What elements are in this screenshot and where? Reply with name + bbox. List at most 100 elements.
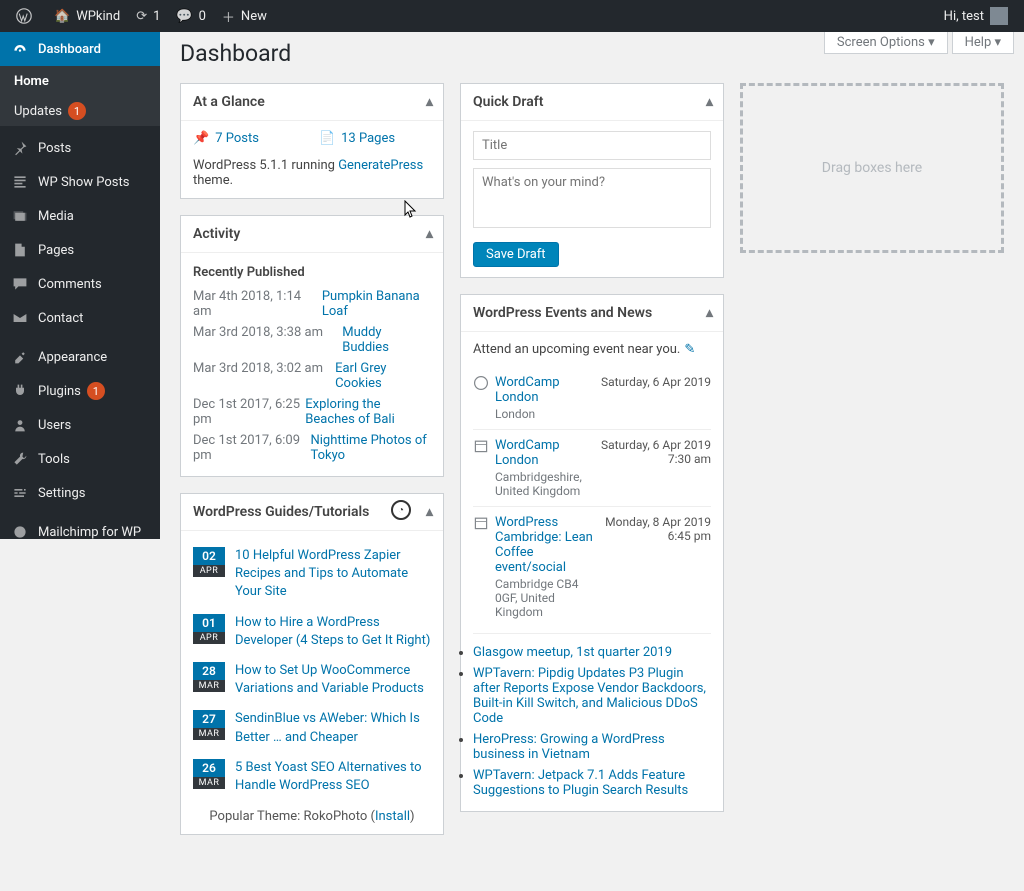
activity-post-link[interactable]: Pumpkin Banana Loaf [322, 289, 431, 319]
quick-draft-heading[interactable]: Quick Draft▴ [461, 84, 723, 121]
news-link[interactable]: WPTavern: Pipdig Updates P3 Plugin after… [473, 666, 706, 726]
guide-link[interactable]: How to Hire a WordPress Developer (4 Ste… [235, 614, 431, 650]
menu-item-dashboard[interactable]: Dashboard [0, 32, 160, 66]
menu-item-home[interactable]: Home [0, 66, 160, 96]
at-a-glance-heading[interactable]: At a Glance▴ [181, 84, 443, 121]
menu-item-updates[interactable]: Updates1 [0, 96, 160, 126]
glance-posts-link[interactable]: 📌7 Posts [193, 131, 259, 146]
news-link[interactable]: HeroPress: Growing a WordPress business … [473, 732, 665, 762]
empty-drop-zone[interactable]: Drag boxes here [740, 83, 1004, 253]
menu-item-appearance[interactable]: Appearance [0, 340, 160, 374]
guide-link[interactable]: How to Set Up WooCommerce Variations and… [235, 662, 431, 698]
page-icon [10, 242, 30, 258]
date-badge: 28MAR [193, 662, 225, 692]
menu-label: Plugins [38, 384, 81, 399]
my-account-link[interactable]: Hi, test [936, 0, 1016, 32]
menu-label: Tools [38, 452, 70, 467]
guides-heading[interactable]: WordPress Guides/Tutorials◔▴ [181, 494, 443, 531]
menu-label: Posts [38, 141, 71, 156]
toggle-icon[interactable]: ▴ [426, 504, 433, 520]
menu-item-wp-show-posts[interactable]: WP Show Posts [0, 165, 160, 199]
activity-heading[interactable]: Activity▴ [181, 216, 443, 253]
menu-label: Mailchimp for WP [38, 525, 141, 540]
menu-item-contact[interactable]: Contact [0, 301, 160, 335]
toggle-icon[interactable]: ▴ [706, 94, 713, 110]
comments-count: 0 [199, 9, 206, 24]
news-link[interactable]: WPTavern: Jetpack 7.1 Adds Feature Sugge… [473, 768, 688, 798]
help-tab[interactable]: Help ▾ [952, 32, 1014, 54]
activity-time: Mar 3rd 2018, 3:02 am [193, 361, 335, 391]
events-news-heading[interactable]: WordPress Events and News▴ [461, 295, 723, 332]
wp-logo[interactable] [8, 0, 46, 32]
screen-options-tab[interactable]: Screen Options ▾ [824, 32, 948, 54]
glance-pages-link[interactable]: 📄13 Pages [319, 131, 395, 146]
menu-item-posts[interactable]: Posts [0, 131, 160, 165]
save-draft-button[interactable]: Save Draft [473, 242, 559, 267]
guide-item: 27MAR SendinBlue vs AWeber: Which Is Bett… [193, 704, 431, 752]
activity-post-link[interactable]: Exploring the Beaches of Bali [305, 397, 431, 427]
event-link[interactable]: WordCamp London [495, 438, 560, 468]
guide-link[interactable]: 5 Best Yoast SEO Alternatives to Handle … [235, 759, 431, 795]
menu-item-pages[interactable]: Pages [0, 233, 160, 267]
event-location: Cambridge CB4 0GF, United Kingdom [495, 577, 597, 619]
new-content-link[interactable]: ＋New [214, 0, 275, 32]
site-name-link[interactable]: 🏠 WPkind [46, 0, 128, 32]
menu-label: Home [14, 74, 49, 89]
menu-item-plugins[interactable]: Plugins 1 [0, 374, 160, 408]
date-badge: 27MAR [193, 710, 225, 740]
toggle-icon[interactable]: ▴ [706, 305, 713, 321]
menu-label: Contact [38, 311, 83, 326]
update-badge: 1 [87, 382, 105, 400]
themeisle-icon: ◔ [391, 500, 411, 520]
guide-item: 01APRHow to Hire a WordPress Developer (… [193, 608, 431, 656]
home-icon: 🏠 [54, 9, 70, 24]
event-link[interactable]: WordCamp London [495, 375, 560, 405]
activity-post-link[interactable]: Earl Grey Cookies [335, 361, 431, 391]
menu-item-media[interactable]: Media [0, 199, 160, 233]
activity-post-link[interactable]: Muddy Buddies [342, 325, 431, 355]
activity-time: Mar 4th 2018, 1:14 am [193, 289, 322, 319]
update-badge: 1 [68, 102, 86, 120]
pin-icon: 📌 [193, 131, 209, 146]
avatar [990, 7, 1008, 25]
activity-time: Dec 1st 2017, 6:25 pm [193, 397, 305, 427]
menu-item-mailchimp-for-wp[interactable]: Mailchimp for WP [0, 515, 160, 539]
toggle-icon[interactable]: ▴ [426, 94, 433, 110]
activity-box: Activity▴ Recently Published Mar 4th 201… [180, 215, 444, 477]
wordpress-icon [16, 8, 32, 24]
guide-link[interactable]: 10 Helpful WordPress Zapier Recipes and … [235, 547, 431, 602]
site-name: WPkind [76, 9, 120, 24]
new-label: New [241, 9, 267, 24]
comments-link[interactable]: 💬0 [168, 0, 214, 32]
mailchimp-icon [10, 524, 30, 539]
comment-icon: 💬 [176, 9, 192, 24]
settings-icon [10, 485, 30, 501]
event-link[interactable]: WordPress Cambridge: Lean Coffee event/s… [495, 515, 593, 575]
pencil-icon[interactable]: ✎ [684, 342, 695, 357]
menu-item-tools[interactable]: Tools [0, 442, 160, 476]
toggle-icon[interactable]: ▴ [426, 226, 433, 242]
guide-link[interactable]: SendinBlue vs AWeber: Which Is Better … … [235, 710, 431, 746]
news-item: HeroPress: Growing a WordPress business … [473, 729, 711, 765]
activity-item: Dec 1st 2017, 6:25 pmExploring the Beach… [193, 394, 431, 430]
install-theme-link[interactable]: Install [375, 809, 410, 824]
update-icon: ⟳ [136, 9, 147, 24]
text-icon [10, 174, 30, 190]
activity-post-link[interactable]: Nighttime Photos of Tokyo [311, 433, 432, 463]
menu-item-users[interactable]: Users [0, 408, 160, 442]
draft-content-input[interactable] [473, 168, 711, 228]
menu-item-settings[interactable]: Settings [0, 476, 160, 510]
news-item: WPTavern: Pipdig Updates P3 Plugin after… [473, 663, 711, 729]
wordcamp-icon [473, 375, 495, 421]
news-link[interactable]: Glasgow meetup, 1st quarter 2019 [473, 645, 672, 660]
event-date: Saturday, 6 Apr 2019 [593, 375, 711, 421]
menu-item-comments[interactable]: Comments [0, 267, 160, 301]
updates-link[interactable]: ⟳1 [128, 0, 168, 32]
greeting-text: Hi, test [944, 9, 984, 24]
events-news-box: WordPress Events and News▴ Attend an upc… [460, 294, 724, 812]
event-item: WordPress Cambridge: Lean Coffee event/s… [473, 506, 711, 627]
draft-title-input[interactable] [473, 131, 711, 160]
meetup-icon [473, 438, 495, 498]
activity-item: Mar 4th 2018, 1:14 amPumpkin Banana Loaf [193, 286, 431, 322]
theme-link[interactable]: GeneratePress [338, 158, 423, 173]
